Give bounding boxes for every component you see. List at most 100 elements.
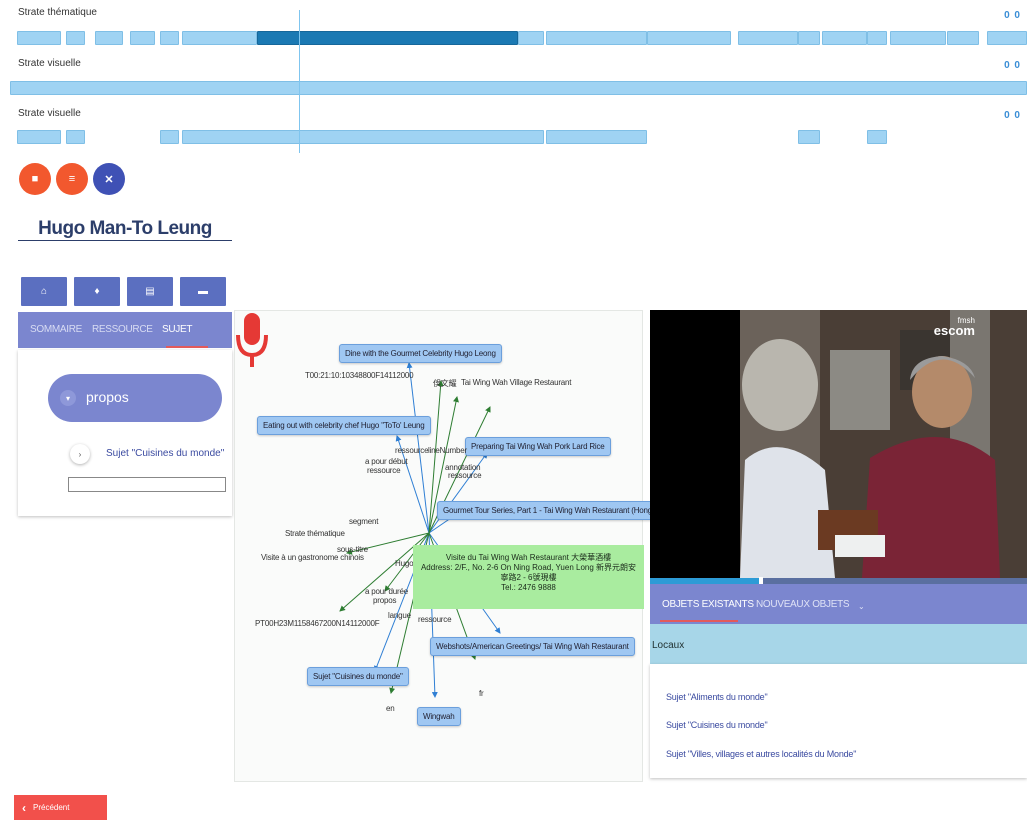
graph-label-fr: fr [479,689,484,698]
previous-button[interactable]: ‹ Précédent [14,795,107,820]
timeline-segment[interactable] [647,31,731,45]
expand-icon[interactable]: ▾ [60,390,76,406]
timeline-segment[interactable] [160,31,179,45]
graph-label-ressource: ressource [448,471,482,480]
locaux-header[interactable]: Locaux [650,624,1027,664]
graph-node-preparing[interactable]: Preparing Tai Wing Wah Pork Lard Rice [465,437,611,456]
timeline-segment[interactable] [798,31,820,45]
graph-label-langue: langue [388,611,411,620]
timeline-segment[interactable] [867,31,887,45]
locaux-label: Locaux [652,640,685,651]
microphone-icon [236,313,268,367]
stratum-controls[interactable]: 0 0 [1004,10,1021,21]
timeline-segment[interactable] [95,31,123,45]
graph-label-duration: PT00H23M1158467200N14112000F [255,619,380,628]
orange-action-button[interactable]: ■ [19,163,51,195]
graph-label-timecode: T00:21:10:10348800F14112000 [305,371,414,380]
subject-toggle-icon[interactable]: › [70,444,90,464]
info-line-1: Visite du Tai Wing Wah Restaurant 大榮華酒樓 [445,553,612,562]
graph-label-en: en [386,704,395,713]
info-line-3: Tel.: 2476 9888 [501,583,556,592]
graph-label-debut: a pour début [365,457,408,466]
person-name-title: Hugo Man-To Leung [38,218,212,239]
graph-label-duree: a pour durée [365,587,408,596]
orange-menu-button[interactable]: ≡ [56,163,88,195]
subject-input[interactable] [68,477,226,492]
info-line-2: Address: 2/F., No. 2-6 On Ning Road, Yue… [420,563,637,582]
timeline-segment[interactable] [890,31,946,45]
stratum-track-visual-2[interactable] [0,130,1027,144]
list-icon[interactable]: ▤ [127,277,173,306]
list-item[interactable]: Sujet "Aliments du monde" [666,692,768,702]
info-tooltip: Visite du Tai Wing Wah Restaurant 大榮華酒樓 … [413,545,644,609]
timeline-segment[interactable] [66,130,85,144]
graph-label-hugo: Hugo [395,559,414,568]
tab-objets-existants[interactable]: OBJETS EXISTANTS [662,599,754,610]
stratum-label-visual: Strate visuelle [18,58,81,69]
timeline-segment[interactable] [798,130,820,144]
tab-sujet[interactable]: SUJET [162,324,192,335]
graph-node-eating[interactable]: Eating out with celebrity chef Hugo "ToT… [257,416,431,435]
list-item[interactable]: Sujet "Villes, villages et autres locali… [666,749,856,759]
mic-caption: Strate thématique [285,529,345,538]
left-tabbar: SOMMAIRE RESSOURCE SUJET [18,312,232,348]
list-item[interactable]: Sujet "Cuisines du monde" [666,720,768,730]
stratum-controls[interactable]: 0 0 [1004,60,1021,71]
subject-label: Sujet "Cuisines du monde" [106,448,225,459]
logo-escom: escom [933,323,975,338]
timeline-segment[interactable] [947,31,979,45]
timeline-segment[interactable] [987,31,1027,45]
timeline-segment[interactable] [160,130,179,144]
propos-label: propos [86,389,129,405]
timeline-strata: Strate thématique 0 0 Strate visuelle 0 … [0,0,1027,160]
stratum-track-thematic[interactable] [0,31,1027,45]
graph-label-ressource: ressource [367,466,401,475]
tab-ressource[interactable]: RESSOURCE [92,324,153,335]
graph-label-linenumber: lineNumber [428,446,467,455]
propos-pill[interactable]: ▾ propos [48,374,222,422]
semantic-graph[interactable]: Strate thématique Dine with the Gourmet … [234,310,681,782]
timeline-segment[interactable] [867,130,887,144]
playhead-line[interactable] [299,10,300,153]
previous-label: Précédent [33,803,70,812]
graph-node-webshots[interactable]: Webshots/American Greetings/ Tai Wing Wa… [430,637,635,656]
tab-sommaire[interactable]: SOMMAIRE [30,324,82,335]
graph-label-segment: segment [349,517,379,526]
stratum-label-thematic: Strate thématique [18,7,97,18]
timeline-segment[interactable] [182,31,257,45]
timeline-segment[interactable] [822,31,867,45]
timeline-segment[interactable] [17,130,61,144]
fmsh-escom-logo: fmsh escom [933,316,975,338]
stratum-controls[interactable]: 0 0 [1004,110,1021,121]
graph-node-wingwah[interactable]: Wingwah [417,707,461,726]
timeline-segment[interactable] [10,81,1027,95]
mic-icon[interactable]: ♦ [74,277,120,306]
timeline-segment[interactable] [130,31,155,45]
stratum-track-visual[interactable] [0,81,1027,95]
close-button[interactable]: ✕ [93,163,125,195]
timeline-segment[interactable] [546,130,647,144]
graph-label-propos: propos [373,596,397,605]
timeline-segment[interactable] [546,31,647,45]
graph-node-sujet[interactable]: Sujet "Cuisines du monde" [307,667,409,686]
graph-label-village: Tai Wing Wah Village Restaurant [461,378,572,387]
timeline-segment[interactable] [66,31,85,45]
home-icon[interactable]: ⌂ [21,277,67,306]
graph-node-dine[interactable]: Dine with the Gourmet Celebrity Hugo Leo… [339,344,502,363]
active-tab-indicator [166,346,208,348]
timeline-segment[interactable] [182,130,544,144]
document-icon[interactable]: ▬ [180,277,226,306]
active-tab-indicator [660,620,738,622]
timeline-segment-selected[interactable] [257,31,518,45]
graph-label-ressource: ressource [418,615,452,624]
tab-nouveaux-objets[interactable]: NOUVEAUX OBJETS [756,599,850,610]
subject-card: ▾ propos › Sujet "Cuisines du monde" [18,350,232,516]
timeline-segment[interactable] [17,31,61,45]
timeline-segment[interactable] [518,31,544,45]
video-player[interactable]: fmsh escom [650,310,1027,578]
graph-label-visite: Visite à un gastronome chinois [261,553,364,562]
timeline-segment[interactable] [738,31,798,45]
graph-node-gourmet[interactable]: Gourmet Tour Series, Part 1 - Tai Wing W… [437,501,681,520]
chevron-down-icon[interactable]: ⌄ [858,602,865,611]
objects-list: Sujet "Aliments du monde" Sujet "Cuisine… [650,664,1027,778]
